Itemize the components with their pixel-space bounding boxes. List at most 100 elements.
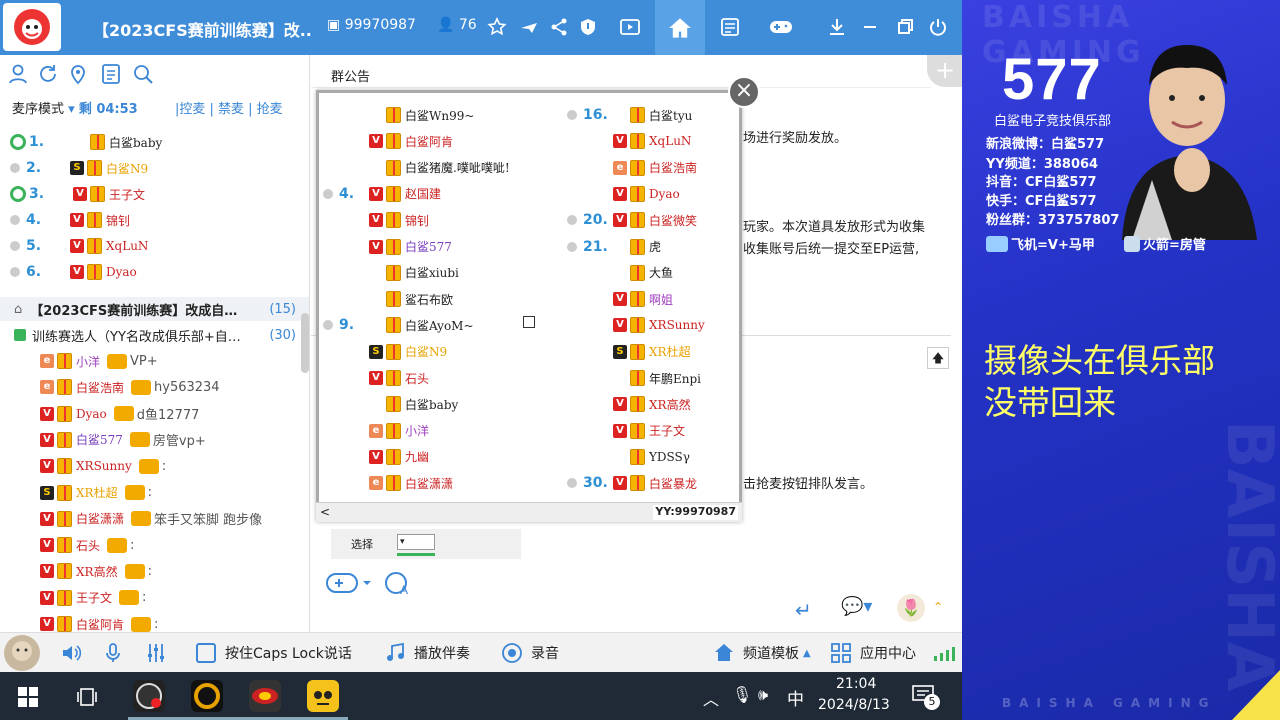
user-list-item[interactable]: V XR高然: [40,559,152,583]
user-list-item[interactable]: e 白鲨浩南 hy563234 [40,375,220,399]
popup-queue-item[interactable]: e 白鲨潇潇 [323,471,453,495]
flower-icon[interactable]: 🌷 [897,594,925,622]
user-list-item[interactable]: V XRSunny: [40,454,166,478]
select-dropdown[interactable]: ▾ [397,534,435,550]
crossfire-app-icon[interactable] [249,680,281,712]
avatar[interactable] [4,635,40,671]
sub-channel-row[interactable]: 训练赛选人（YY名改成俱乐部+自… (30) [0,323,309,347]
mic-control-links[interactable]: |控麦 | 禁麦 | 抢麦 [175,98,283,117]
queue-item[interactable]: 1. 白鲨baby [10,130,162,154]
popup-queue-item[interactable]: V 啊姐 [567,287,673,311]
video-icon[interactable] [617,14,643,40]
play-music-button[interactable]: 播放伴奏 [384,642,470,664]
channel-template-button[interactable]: 频道模板 ▲ [713,642,811,664]
popup-queue-item[interactable]: V XR高然 [567,392,691,416]
popup-queue-item[interactable]: 4. V 赵国建 [323,182,441,206]
app-center-button[interactable]: 应用中心 [830,642,916,664]
clock-date[interactable]: 2024/8/13 [818,697,890,713]
user-list-item[interactable]: V 白鲨潇潇 笨手又笨脚 跑步像 [40,507,262,531]
user-list-item[interactable]: V 白鲨577 房管vp+ [40,428,206,452]
popup-queue-item[interactable]: V 白鲨577 [323,235,452,259]
power-icon[interactable] [925,14,951,40]
plus-button[interactable]: + [927,55,963,87]
tray-expand-icon[interactable]: ︿ [703,686,719,710]
popup-queue-item[interactable]: 30. V 白鲨暴龙 [567,471,697,495]
clock-time[interactable]: 21:04 [836,676,876,692]
popup-queue-item[interactable]: V XRSunny [567,313,705,337]
popup-queue-item[interactable]: 16. 白鲨tyu [567,103,692,127]
queue-item[interactable]: 6. V Dyao [10,260,137,284]
popup-queue-item[interactable]: 大鱼 [567,261,673,285]
plane-icon[interactable] [516,14,542,40]
ime-indicator[interactable]: 中 [787,685,804,710]
channel-logo[interactable] [3,3,61,51]
user-list-item[interactable]: V 白鲨阿肯: [40,612,158,632]
popup-queue-item[interactable]: e 小洋 [323,419,429,443]
popup-queue-item[interactable]: V XqLuN [567,129,691,153]
star-icon[interactable] [484,14,510,40]
queue-item[interactable]: 5. V XqLuN [10,234,148,258]
popup-queue-item[interactable]: V 锦钊 [323,208,429,232]
game-app-icon[interactable] [191,680,223,712]
popup-queue-item[interactable]: 白鲨Wn99~ [323,103,474,127]
notification-icon[interactable]: 5 [912,684,942,712]
popup-queue-item[interactable]: YDSSγ [567,445,690,469]
popup-queue-item[interactable]: V 白鲨阿肯 [323,129,453,153]
windows-start-icon[interactable] [18,687,38,707]
queue-item[interactable]: 4. V 锦钊 [10,208,130,232]
popup-queue-item[interactable]: S XR杜超 [567,340,691,364]
popup-queue-item[interactable]: 9. 白鲨AyoM~ [323,313,474,337]
scroll-left-icon[interactable]: < [320,505,330,519]
popup-queue-item[interactable]: V 王子文 [567,419,685,443]
expand-icon[interactable]: ⌃ [933,600,943,614]
scrollbar[interactable] [301,313,309,373]
share-icon[interactable] [546,14,572,40]
report-icon[interactable] [575,14,601,40]
emoji-icon[interactable]: A [383,570,413,598]
queue-item[interactable]: 3. V 王子文 [10,182,145,206]
popup-queue-item[interactable]: V Dyao [567,182,680,206]
gamepad-icon[interactable] [766,14,796,40]
popup-queue-item[interactable]: e 白鲨浩南 [567,156,697,180]
task-view-icon[interactable] [76,686,98,708]
popup-queue-item[interactable]: 鲨石布欧 [323,287,453,311]
speaker-icon[interactable] [60,642,90,664]
caps-lock-talk-button[interactable]: 按住Caps Lock说话 [195,642,352,664]
tray-volume-icon[interactable]: 🕪 [758,685,768,705]
popup-queue-item[interactable]: 白鲨猪魔.噗呲噗呲! [323,156,510,180]
user-icon[interactable] [7,63,29,85]
user-list-item[interactable]: S XR杜超: [40,481,152,505]
download-icon[interactable] [824,14,850,40]
popup-queue-item[interactable]: 20. V 白鲨微笑 [567,208,697,232]
user-list-item[interactable]: e 小洋 VP+ [40,349,158,373]
home-button[interactable] [655,0,705,55]
restore-icon[interactable] [892,14,918,40]
location-icon[interactable] [67,63,89,85]
search-icon[interactable] [132,63,154,85]
obs-app-icon[interactable] [133,680,165,712]
scroll-up-button[interactable]: 🡅 [927,347,949,369]
minimize-icon[interactable] [857,14,883,40]
popup-queue-item[interactable]: 21. 虎 [567,235,661,259]
popup-hscrollbar[interactable]: < YY:99970987 [316,502,742,522]
close-button[interactable]: × [728,76,760,108]
microphone-icon[interactable] [102,642,132,664]
popup-queue-item[interactable]: 年鹏Enpi [567,366,701,390]
send-icon[interactable]: ↵ [795,598,812,622]
tray-mic-icon[interactable]: 🎙 [732,685,752,704]
mic-mode-dropdown[interactable]: 麦序模式 ▾ 剩 04:53 [12,98,138,117]
user-list-item[interactable]: V 石头: [40,533,134,557]
record-button[interactable]: 录音 [501,642,559,664]
refresh-icon[interactable] [37,63,59,85]
popup-queue-item[interactable]: V 九幽 [323,445,429,469]
list-icon[interactable] [100,63,122,85]
gamepad-icon[interactable] [325,570,373,596]
user-list-item[interactable]: V 王子文: [40,586,146,610]
popup-queue-item[interactable]: V 石头 [323,366,429,390]
mixer-icon[interactable] [145,642,175,664]
chat-bubble-icon[interactable]: 💬▾ [841,596,872,617]
board-icon[interactable] [717,14,743,40]
yy-app-icon[interactable] [307,680,339,712]
popup-queue-item[interactable]: S 白鲨N9 [323,340,447,364]
channel-row[interactable]: ⌂ 【2023CFS赛前训练赛】改成自… (15) [0,297,309,321]
